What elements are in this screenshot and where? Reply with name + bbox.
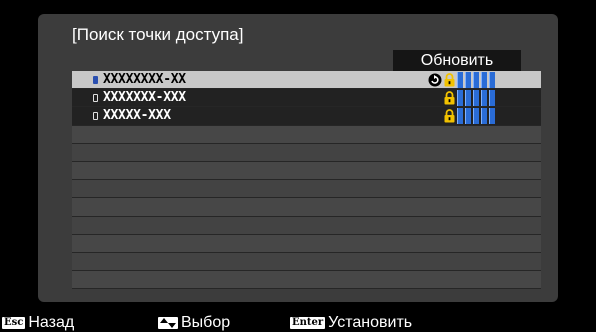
refresh-button[interactable]: Обновить <box>393 50 521 71</box>
access-point-list: XXXXXXXX-XX XXXXXXX-XXX XXXXX-XXX <box>72 71 541 290</box>
signal-bar <box>457 71 463 88</box>
ssid-wrap: XXXXXXX-XXX <box>93 89 186 106</box>
enter-key-icon: Enter <box>290 317 326 329</box>
select-label: Выбор <box>181 314 231 331</box>
signal-bar <box>489 89 495 106</box>
signal-strength-icon <box>457 107 495 124</box>
device-icon <box>93 93 98 102</box>
signal-bar <box>457 89 463 106</box>
dialog-title: [Поиск точки доступа] <box>72 25 244 44</box>
empty-row <box>72 234 541 253</box>
signal-bar <box>489 107 495 124</box>
lock-icon <box>444 72 455 86</box>
access-point-row[interactable]: XXXXXXX-XXX <box>72 89 541 108</box>
ssid-label: XXXXXXXX-XX <box>103 72 186 87</box>
status-icons <box>428 107 495 124</box>
empty-row <box>72 271 541 290</box>
ssid-label: XXXXXXX-XXX <box>103 90 186 106</box>
signal-bar <box>465 89 471 106</box>
footer-back[interactable]: Esc Назад <box>2 314 74 332</box>
footer-set[interactable]: Enter Установить <box>290 314 412 332</box>
status-icons <box>428 89 495 106</box>
access-point-search-dialog: [Поиск точки доступа] Обновить XXXXXXXX-… <box>38 14 558 302</box>
set-label: Установить <box>328 314 413 331</box>
lock-icon <box>444 90 455 105</box>
device-icon <box>93 111 98 120</box>
connected-icon <box>428 73 442 86</box>
access-point-row[interactable]: XXXXX-XXX <box>72 107 541 126</box>
signal-bar <box>481 107 487 124</box>
signal-bar <box>465 71 471 88</box>
connected-icon <box>428 91 442 105</box>
ssid-label: XXXXX-XXX <box>103 108 171 124</box>
empty-row <box>72 252 541 272</box>
connected-icon <box>428 109 442 123</box>
ssid-wrap: XXXXX-XXX <box>93 107 171 124</box>
footer-select[interactable]: Выбор <box>158 314 230 332</box>
ssid-wrap: XXXXXXXX-XX <box>93 71 186 88</box>
empty-row <box>72 161 541 181</box>
signal-bar <box>481 71 487 88</box>
back-label: Назад <box>28 314 75 331</box>
empty-row <box>72 198 541 217</box>
empty-row <box>72 125 541 144</box>
signal-bar <box>481 89 487 106</box>
lock-icon <box>444 109 455 123</box>
signal-bar <box>465 107 471 124</box>
status-icons <box>428 71 495 88</box>
esc-key-icon: Esc <box>2 317 26 329</box>
up-down-arrows-icon <box>158 317 178 329</box>
signal-strength-icon <box>457 89 495 106</box>
signal-bar <box>489 71 495 88</box>
signal-bar <box>473 107 479 124</box>
signal-bar <box>473 89 479 106</box>
projector-screen: [Поиск точки доступа] Обновить XXXXXXXX-… <box>0 0 596 332</box>
empty-row <box>72 216 541 235</box>
device-icon <box>93 75 98 84</box>
empty-row <box>72 143 541 162</box>
signal-bar <box>457 107 463 124</box>
signal-strength-icon <box>457 71 495 88</box>
access-point-row[interactable]: XXXXXXXX-XX <box>72 71 541 90</box>
signal-bar <box>473 71 479 88</box>
footer-hints: Esc Назад Выбор Enter Установить <box>0 314 596 332</box>
empty-row <box>72 180 541 199</box>
